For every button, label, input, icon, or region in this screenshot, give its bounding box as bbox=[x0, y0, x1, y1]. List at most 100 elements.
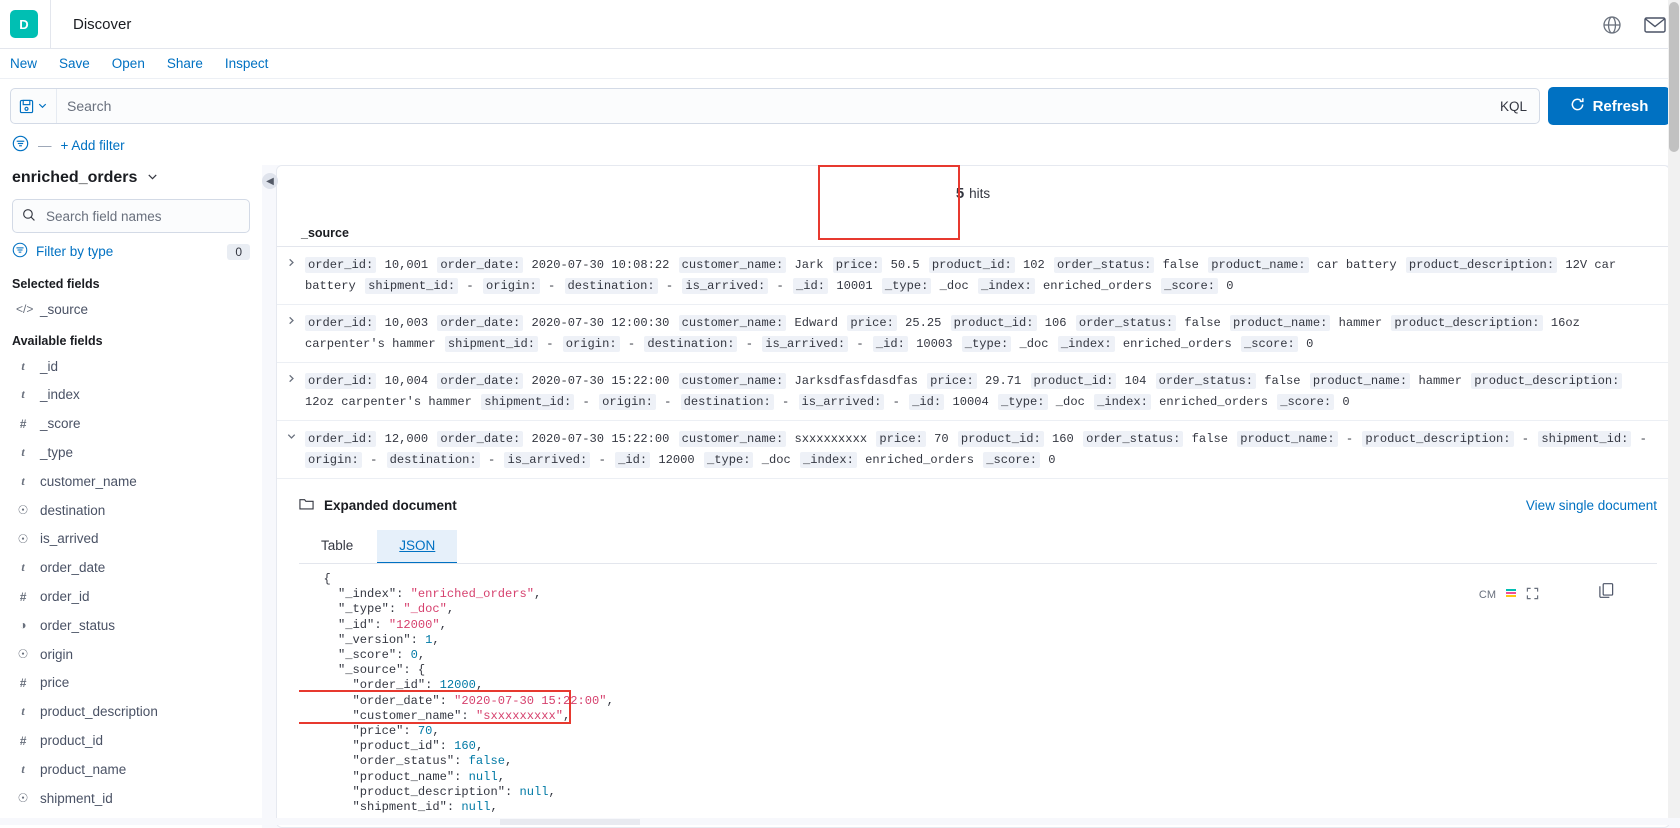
search-icon bbox=[22, 208, 36, 225]
index-pattern-name: enriched_orders bbox=[12, 169, 137, 187]
chevron-down-icon bbox=[37, 98, 48, 114]
json-token: , bbox=[476, 739, 483, 753]
table-row: order_id: 12,000 order_date: 2020-07-30 … bbox=[277, 421, 1669, 479]
field-key: order_status: bbox=[1054, 257, 1154, 273]
menu-open[interactable]: Open bbox=[112, 56, 145, 71]
collapse-row-icon[interactable] bbox=[277, 429, 305, 470]
field-value: 70 bbox=[926, 432, 958, 446]
top-nav-menu: New Save Open Share Inspect bbox=[0, 49, 1680, 79]
tab-json[interactable]: JSON bbox=[377, 530, 457, 564]
field-value: _doc bbox=[753, 453, 800, 467]
field-item-origin[interactable]: ☉ origin bbox=[12, 640, 250, 669]
json-line: "order_id": 12000, bbox=[309, 678, 1657, 693]
field-key: origin: bbox=[563, 336, 620, 352]
expanded-document-header: Expanded document View single document bbox=[299, 497, 1657, 514]
field-item-_type[interactable]: t _type bbox=[12, 438, 250, 467]
filter-options-icon[interactable] bbox=[12, 135, 29, 155]
field-label: product_id bbox=[40, 733, 103, 748]
field-label: _score bbox=[40, 416, 81, 431]
json-token: "product_name" bbox=[353, 770, 455, 784]
field-item-product-id[interactable]: # product_id bbox=[12, 726, 250, 755]
json-token: : bbox=[425, 678, 440, 692]
field-item-customer-name[interactable]: t customer_name bbox=[12, 467, 250, 496]
add-filter-button[interactable]: + Add filter bbox=[61, 138, 125, 153]
view-single-document-link[interactable]: View single document bbox=[1526, 498, 1657, 513]
json-token: : bbox=[374, 618, 389, 632]
field-item-_index[interactable]: t _index bbox=[12, 381, 250, 410]
json-token: , bbox=[476, 678, 483, 692]
menu-save[interactable]: Save bbox=[59, 56, 90, 71]
json-line: "order_status": false, bbox=[309, 754, 1657, 769]
field-value: 10,001 bbox=[376, 258, 437, 272]
field-value: 10,004 bbox=[376, 374, 437, 388]
menu-inspect[interactable]: Inspect bbox=[225, 56, 269, 71]
json-token: , bbox=[607, 694, 614, 708]
field-item-destination[interactable]: ☉ destination bbox=[12, 496, 250, 525]
json-token: : { bbox=[403, 663, 425, 677]
mail-icon[interactable] bbox=[1644, 16, 1666, 34]
page-scroll-thumb[interactable] bbox=[1669, 2, 1679, 152]
field-key: _id: bbox=[615, 452, 650, 468]
available-fields-title: Available fields bbox=[12, 334, 250, 348]
menu-share[interactable]: Share bbox=[167, 56, 203, 71]
field-item-product-name[interactable]: t product_name bbox=[12, 755, 250, 784]
json-editor-toolbar: CM bbox=[1479, 586, 1539, 603]
field-item-_score[interactable]: # _score bbox=[12, 409, 250, 438]
fullscreen-icon[interactable] bbox=[1526, 587, 1539, 603]
expand-row-icon[interactable] bbox=[277, 313, 305, 354]
field-key: product_name: bbox=[1237, 431, 1337, 447]
field-key: order_status: bbox=[1076, 315, 1176, 331]
field-value: 0 bbox=[1298, 337, 1316, 351]
field-item-_source[interactable]: </> _source bbox=[12, 295, 250, 324]
source-type-icon: </> bbox=[16, 302, 30, 316]
refresh-button[interactable]: Refresh bbox=[1548, 87, 1670, 125]
json-token: : bbox=[454, 754, 469, 768]
menu-new[interactable]: New bbox=[10, 56, 37, 71]
field-item-order-id[interactable]: # order_id bbox=[12, 582, 250, 611]
json-token: "_id" bbox=[338, 618, 374, 632]
field-value: Jarksdfasfdasdfas bbox=[786, 374, 927, 388]
field-item-order-date[interactable]: t order_date bbox=[12, 553, 250, 582]
globe-icon[interactable] bbox=[1602, 15, 1622, 35]
json-token: : bbox=[440, 694, 455, 708]
filter-icon bbox=[12, 242, 28, 261]
json-line: "product_id": 160, bbox=[309, 739, 1657, 754]
search-input[interactable] bbox=[57, 89, 1500, 123]
expand-row-icon[interactable] bbox=[277, 371, 305, 412]
field-item-is-arrived[interactable]: ☉ is_arrived bbox=[12, 525, 250, 554]
filter-by-type-button[interactable]: Filter by type 0 bbox=[12, 233, 250, 267]
field-key: order_status: bbox=[1156, 373, 1256, 389]
search-field-names-input[interactable] bbox=[44, 208, 240, 225]
field-label: order_status bbox=[40, 618, 115, 633]
query-language-badge[interactable]: KQL bbox=[1500, 99, 1539, 114]
field-key: _score: bbox=[1241, 336, 1298, 352]
field-item-price[interactable]: # price bbox=[12, 669, 250, 698]
page-scrollbar[interactable] bbox=[1668, 0, 1680, 825]
field-item-order-status[interactable]: ◑ order_status bbox=[12, 611, 250, 640]
expand-row-icon[interactable] bbox=[277, 255, 305, 296]
collapse-sidebar-button[interactable]: ◀ bbox=[262, 173, 278, 189]
field-label: destination bbox=[40, 503, 105, 518]
field-item-product-description[interactable]: t product_description bbox=[12, 697, 250, 726]
field-value: 29.71 bbox=[977, 374, 1031, 388]
field-key: is_arrived: bbox=[504, 452, 590, 468]
taskbar-hint bbox=[500, 819, 640, 825]
tab-table[interactable]: Table bbox=[299, 530, 375, 564]
json-token: , bbox=[490, 800, 497, 814]
filter-by-type-count: 0 bbox=[227, 244, 250, 260]
json-token: "_type" bbox=[338, 602, 389, 616]
string-type-icon: t bbox=[16, 704, 30, 719]
copy-icon[interactable] bbox=[1598, 582, 1615, 602]
json-token: null bbox=[461, 800, 490, 814]
index-pattern-selector[interactable]: enriched_orders bbox=[12, 165, 250, 199]
field-item-_id[interactable]: t _id bbox=[12, 352, 250, 381]
field-key: destination: bbox=[387, 452, 480, 468]
field-item-shipment-id[interactable]: ☉ shipment_id bbox=[12, 784, 250, 813]
saved-query-button[interactable] bbox=[11, 89, 57, 123]
field-key: customer_name: bbox=[679, 257, 787, 273]
field-search-box[interactable] bbox=[12, 199, 250, 233]
field-label: customer_name bbox=[40, 474, 137, 489]
json-token: : bbox=[461, 709, 476, 723]
field-value: hammer bbox=[1410, 374, 1471, 388]
documents-panel: 5 hits _source order_id: 10,001 order_da… bbox=[276, 165, 1670, 828]
